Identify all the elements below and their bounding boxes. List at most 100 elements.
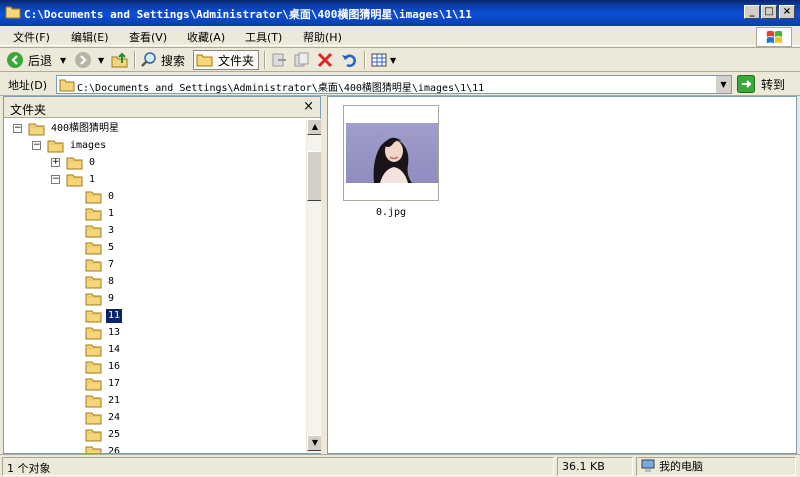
- status-zone-label: 我的电脑: [659, 459, 703, 473]
- folder-icon: [47, 140, 64, 152]
- status-zone: 我的电脑: [636, 457, 796, 476]
- minimize-button[interactable]: _: [744, 5, 760, 19]
- tree-item-label: 11: [106, 308, 123, 323]
- title-bar[interactable]: C:\Documents and Settings\Administrator\…: [0, 0, 800, 26]
- delete-button[interactable]: [316, 50, 334, 70]
- tree-item-label: 14: [108, 343, 121, 355]
- tree-item-label: 400横图猜明星: [51, 122, 120, 134]
- tree-item-label: 21: [108, 394, 121, 406]
- menu-edit[interactable]: 编辑(E): [71, 29, 109, 45]
- menu-file[interactable]: 文件(F): [13, 29, 50, 45]
- tree-item[interactable]: 1: [85, 205, 116, 222]
- tree-item[interactable]: 1: [66, 171, 97, 188]
- menu-tools[interactable]: 工具(T): [245, 29, 282, 45]
- tree-item[interactable]: 14: [85, 341, 122, 358]
- search-label: 搜索: [161, 53, 186, 68]
- folder-icon: [59, 79, 75, 92]
- address-path: C:\Documents and Settings\Administrator\…: [77, 83, 485, 94]
- up-folder-button[interactable]: [110, 50, 130, 70]
- photo-thumbnail-image: [346, 123, 438, 183]
- tree-item[interactable]: 5: [85, 239, 116, 256]
- folder-icon: [85, 446, 102, 453]
- search-button[interactable]: 搜索: [140, 50, 185, 70]
- delete-icon: [317, 52, 333, 68]
- tree-item[interactable]: 0: [85, 188, 116, 205]
- tree-item[interactable]: 16: [85, 358, 122, 375]
- folder-icon: [85, 225, 102, 237]
- folders-button[interactable]: 文件夹: [193, 50, 260, 70]
- folder-icon: [85, 344, 102, 356]
- folder-icon: [85, 412, 102, 424]
- folder-icon: [85, 378, 102, 390]
- tree-item[interactable]: 0: [66, 154, 97, 171]
- go-label: 转到: [761, 77, 786, 92]
- maximize-button[interactable]: □: [761, 5, 777, 19]
- folder-icon: [28, 123, 45, 135]
- status-bar: 1 个对象 36.1 KB 我的电脑: [0, 454, 800, 477]
- tree-item[interactable]: 24: [85, 409, 122, 426]
- collapse-toggle[interactable]: −: [51, 175, 60, 184]
- copy-to-button[interactable]: [293, 50, 311, 70]
- folder-icon: [85, 191, 102, 203]
- forward-button[interactable]: [74, 50, 92, 70]
- folder-icon: [85, 208, 102, 220]
- tree-item[interactable]: 7: [85, 256, 116, 273]
- folder-icon: [85, 395, 102, 407]
- tree-item-label: 7: [108, 258, 115, 270]
- menu-favorites[interactable]: 收藏(A): [187, 29, 225, 45]
- tree-item-label: 0: [89, 156, 96, 168]
- undo-button[interactable]: [340, 50, 358, 70]
- tree-item-label: 24: [108, 411, 121, 423]
- views-dropdown-arrow: ▼: [390, 55, 397, 65]
- folder-tree-scrollbar[interactable]: ▲ ▼: [306, 119, 323, 453]
- toolbar: 后退 ▼ ▼ 搜索 文件夹 ▼: [0, 47, 800, 72]
- folders-pane-title: 文件夹: [10, 103, 47, 117]
- tree-item-label: 8: [108, 275, 115, 287]
- my-computer-icon: [641, 459, 655, 472]
- views-icon: [371, 53, 387, 67]
- folder-icon: [85, 327, 102, 339]
- back-button[interactable]: 后退: [6, 50, 52, 70]
- tree-item-label: 0: [108, 190, 115, 202]
- address-dropdown-button[interactable]: ▼: [715, 76, 731, 93]
- move-to-icon: [272, 53, 286, 67]
- folder-icon: [85, 361, 102, 373]
- folder-icon: [66, 174, 83, 186]
- tree-item[interactable]: 13: [85, 324, 122, 341]
- tree-item[interactable]: images: [47, 137, 108, 154]
- tree-item[interactable]: 8: [85, 273, 116, 290]
- tree-item[interactable]: 400横图猜明星: [28, 120, 121, 137]
- window-title: C:\Documents and Settings\Administrator\…: [24, 8, 472, 21]
- back-dropdown[interactable]: ▼: [60, 50, 66, 70]
- tree-item[interactable]: 9: [85, 290, 116, 307]
- tree-item-label: 13: [108, 326, 121, 338]
- views-button[interactable]: ▼: [370, 50, 396, 70]
- expand-toggle[interactable]: +: [51, 158, 60, 167]
- address-label: 地址(D): [8, 79, 48, 92]
- tree-item[interactable]: 21: [85, 392, 122, 409]
- collapse-toggle[interactable]: −: [13, 124, 22, 133]
- close-pane-button[interactable]: ×: [303, 99, 314, 114]
- menu-bar: 文件(F) 编辑(E) 查看(V) 收藏(A) 工具(T) 帮助(H): [0, 26, 800, 47]
- back-arrow-icon: [7, 52, 23, 68]
- folder-icon: [85, 276, 102, 288]
- tree-item[interactable]: 17: [85, 375, 122, 392]
- close-button[interactable]: ×: [779, 5, 795, 19]
- tree-item[interactable]: 25: [85, 426, 122, 443]
- file-list-pane: 0.jpg: [327, 96, 797, 454]
- forward-dropdown[interactable]: ▼: [98, 50, 104, 70]
- address-bar: 地址(D) C:\Documents and Settings\Administ…: [0, 73, 800, 96]
- menu-view[interactable]: 查看(V): [129, 29, 167, 45]
- tree-item[interactable]: 26: [85, 443, 122, 453]
- move-to-button[interactable]: [270, 50, 288, 70]
- address-input[interactable]: C:\Documents and Settings\Administrator\…: [56, 75, 732, 94]
- tree-item[interactable]: 3: [85, 222, 116, 239]
- folder-tree: 400横图猜明星 − images −0 +1−0 1 3 5 7 8 9 11 13 14 16 17 21 2…: [4, 118, 304, 453]
- go-button[interactable]: 转到: [737, 75, 785, 93]
- copy-to-icon: [294, 52, 309, 67]
- tree-item[interactable]: 11: [85, 307, 123, 324]
- collapse-toggle[interactable]: −: [32, 141, 41, 150]
- file-thumbnail[interactable]: [343, 105, 439, 201]
- menu-help[interactable]: 帮助(H): [303, 29, 342, 45]
- file-name[interactable]: 0.jpg: [343, 207, 439, 218]
